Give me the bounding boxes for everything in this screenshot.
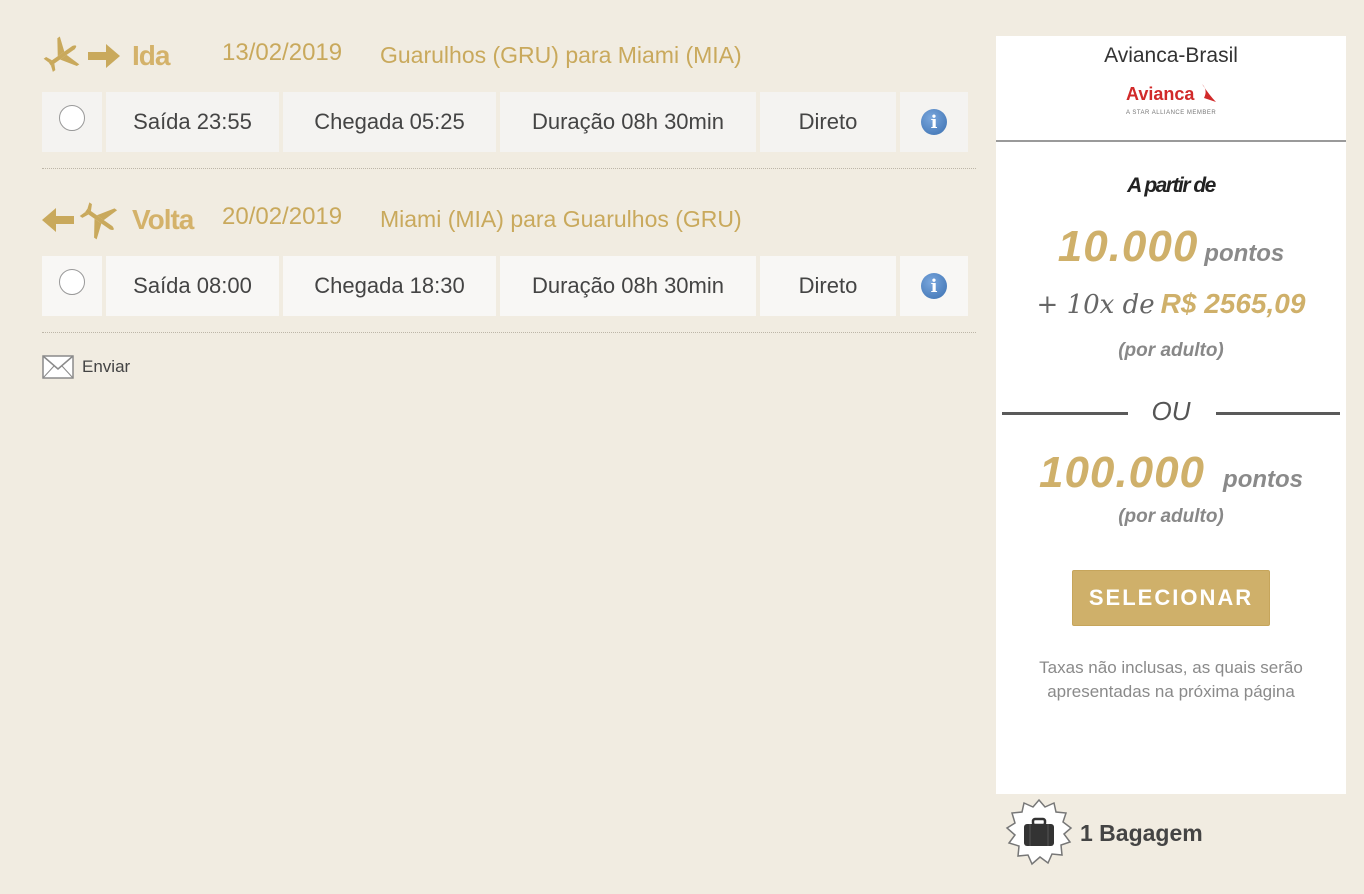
return-label: Volta — [132, 204, 194, 235]
outbound-departure: Saída 23:55 — [106, 92, 279, 152]
panel-separator — [996, 140, 1346, 142]
outbound-route: Guarulhos (GRU) para Miami (MIA) — [380, 42, 742, 68]
return-departure: Saída 08:00 — [106, 256, 279, 316]
send-button[interactable]: Enviar — [42, 355, 130, 379]
points-only-amount: 100.000 — [1038, 448, 1206, 497]
select-button[interactable]: SELECIONAR — [1072, 570, 1270, 626]
logo-text: Avianca — [1126, 84, 1195, 104]
departing-plane-icon — [42, 34, 84, 81]
outbound-duration: Duração 08h 30min — [500, 92, 756, 152]
taxes-note: Taxas não inclusas, as quais serão apres… — [996, 656, 1346, 704]
points-only-price: 100.000 pontos — [996, 448, 1346, 498]
return-route: Miami (MIA) para Guarulhos (GRU) — [380, 206, 742, 232]
points-only-unit: pontos — [1223, 466, 1304, 493]
suitcase-icon — [1005, 798, 1073, 866]
installments: + 10x de R$ 2565,09 — [996, 288, 1346, 320]
points-price: 10.000 pontos — [996, 222, 1346, 272]
info-icon[interactable]: i — [921, 273, 947, 299]
arrow-left-icon — [42, 206, 74, 239]
points-unit: pontos — [1204, 240, 1285, 267]
return-duration: Duração 08h 30min — [500, 256, 756, 316]
send-label: Enviar — [82, 357, 131, 376]
outbound-date: 13/02/2019 — [222, 39, 343, 66]
divider — [42, 168, 976, 169]
return-radio-cell[interactable] — [42, 256, 102, 316]
per-adult-label-2: (por adulto) — [1118, 506, 1224, 527]
airline-name: Avianca-Brasil — [1104, 44, 1238, 67]
divider — [42, 332, 976, 333]
points-amount: 10.000 — [1057, 222, 1199, 271]
baggage-badge: 1 Bagagem — [1004, 798, 1203, 868]
return-info-cell[interactable]: i — [900, 256, 968, 316]
return-arrival: Chegada 18:30 — [283, 256, 496, 316]
return-stops: Direto — [760, 256, 896, 316]
envelope-icon — [42, 355, 74, 379]
outbound-header: Ida 13/02/2019 Guarulhos (GRU) para Miam… — [42, 34, 982, 78]
baggage-label: 1 Bagagem — [1080, 819, 1203, 846]
landing-plane-icon — [78, 198, 122, 247]
outbound-radio-cell[interactable] — [42, 92, 102, 152]
outbound-arrival: Chegada 05:25 — [283, 92, 496, 152]
taxes-note-line-2: apresentadas na próxima página — [1047, 682, 1295, 701]
arrow-right-icon — [88, 42, 120, 75]
return-flight-row: Saída 08:00 Chegada 18:30 Duração 08h 30… — [42, 256, 976, 316]
offer-panel: Avianca-Brasil Avianca A STAR ALLIANCE M… — [996, 36, 1346, 794]
return-radio[interactable] — [59, 269, 85, 295]
from-label: A partir de — [1127, 174, 1216, 197]
return-date: 20/02/2019 — [222, 203, 343, 230]
return-header: Volta 20/02/2019 Miami (MIA) para Guarul… — [42, 198, 982, 242]
taxes-note-line-1: Taxas não inclusas, as quais serão — [1039, 658, 1303, 677]
outbound-stops: Direto — [760, 92, 896, 152]
installments-amount: R$ 2565,09 — [1160, 288, 1306, 319]
logo-tagline: A STAR ALLIANCE MEMBER — [1126, 110, 1217, 116]
logo-bird-icon — [1202, 84, 1216, 102]
info-icon[interactable]: i — [921, 109, 947, 135]
avianca-logo: Avianca A STAR ALLIANCE MEMBER — [1120, 82, 1220, 124]
outbound-radio[interactable] — [59, 105, 85, 131]
outbound-flight-row: Saída 23:55 Chegada 05:25 Duração 08h 30… — [42, 92, 976, 152]
per-adult-label: (por adulto) — [1118, 340, 1224, 361]
outbound-info-cell[interactable]: i — [900, 92, 968, 152]
outbound-label: Ida — [132, 40, 170, 71]
or-divider-right — [1216, 412, 1340, 415]
installments-prefix: + 10x de — [1036, 290, 1155, 320]
